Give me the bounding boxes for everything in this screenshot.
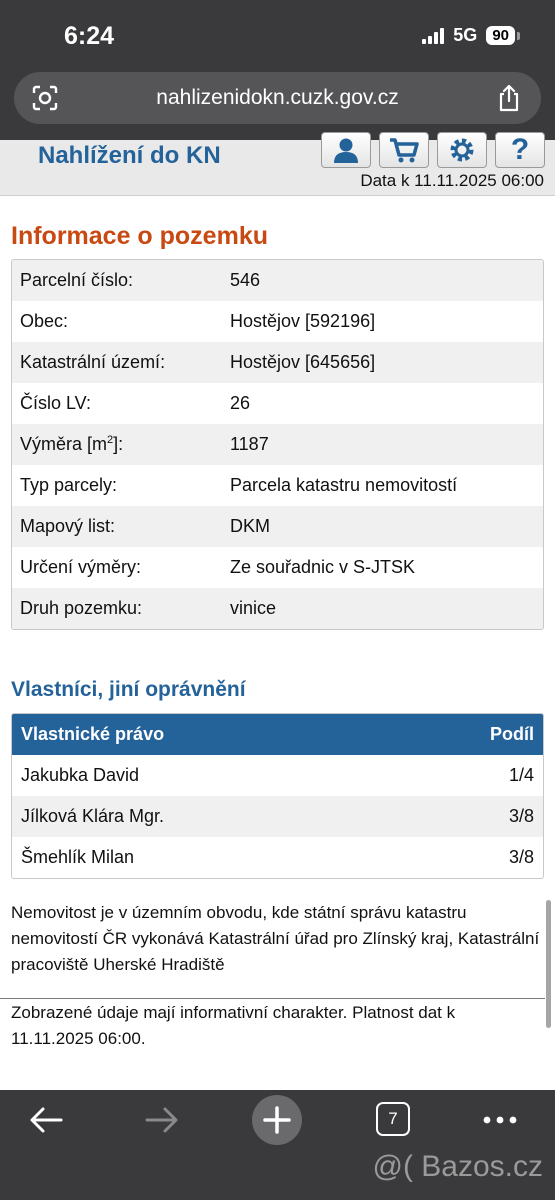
info-label: Číslo LV: [20,393,92,413]
back-button[interactable] [26,1090,66,1150]
table-row: Jakubka David 1/4 [12,755,543,796]
owner-share: 3/8 [508,847,534,867]
info-row-cadastral-area: Katastrální území: Hostějov [645656] [12,342,543,383]
info-row-area-determination: Určení výměry: Ze souřadnic v S-JTSK [12,547,543,588]
gear-icon[interactable] [437,132,487,168]
info-label: Obec: [20,311,69,331]
info-row-map-sheet: Mapový list: DKM [12,506,543,547]
status-indicators: 5G 90 [422,25,520,46]
info-value: vinice [230,598,277,618]
forward-button[interactable] [142,1090,182,1150]
info-value: Hostějov [645656] [230,352,376,372]
owner-share: 3/8 [508,806,534,826]
status-time: 6:24 [64,22,115,50]
table-row: Jílková Klára Mgr. 3/8 [12,796,543,837]
cadastral-office-note: Nemovitost je v územním obvodu, kde stát… [11,903,540,974]
user-icon[interactable] [321,132,371,168]
site-title[interactable]: Nahlížení do KN [38,142,221,170]
header-icon-group: ? [321,132,545,168]
info-row-parcel-number: Parcelní číslo: 546 [12,260,543,301]
parcel-info-table: Parcelní číslo: 546 Obec: Hostějov [5921… [11,259,544,630]
info-label: Druh pozemku: [20,598,143,618]
status-bar: 6:24 5G 90 [0,0,555,70]
owners-table: Vlastnické právo Podíl Jakubka David 1/4… [11,713,544,879]
owner-name: Jakubka David [21,765,140,785]
more-menu-button[interactable] [480,1090,520,1150]
signal-icon [422,27,445,44]
arrow-left-icon [30,1107,63,1133]
new-tab-button[interactable] [252,1095,302,1145]
battery-icon: 90 [486,26,520,45]
info-value: 546 [230,270,261,290]
info-label: Výměra [m2]: [12,434,230,455]
data-disclaimer: Zobrazené údaje mají informativní charak… [11,1003,456,1048]
column-header-share: Podíl [490,724,534,744]
info-value: Parcela katastru nemovitostí [230,475,458,495]
owner-share: 1/4 [508,765,534,785]
info-label: Mapový list: [20,516,116,536]
owner-name: Jílková Klára Mgr. [21,806,165,826]
column-header-ownership-right: Vlastnické právo [21,724,165,744]
parcel-info-heading: Informace o pozemku [11,222,268,250]
area-label-text: Výměra [m [20,434,108,454]
data-date-label: Data k 11.11.2025 06:00 [360,171,544,190]
owner-name: Šmehlík Milan [21,847,135,867]
info-label: Typ parcely: [20,475,118,495]
info-value: Hostějov [592196] [230,311,376,331]
watermark: @( Bazos.cz [372,1150,544,1183]
tab-switcher-button[interactable]: 7 [376,1102,410,1136]
url-text[interactable]: nahlizenidokn.cuzk.gov.cz [14,86,541,110]
info-row-parcel-type: Typ parcely: Parcela katastru nemovitost… [12,465,543,506]
info-value: Ze souřadnic v S-JTSK [230,557,416,577]
arrow-right-icon [145,1107,178,1133]
help-icon[interactable]: ? [495,132,545,168]
info-label: Parcelní číslo: [20,270,134,290]
info-label: Určení výměry: [20,557,142,577]
site-header: Nahlížení do KN ? Data k 11.11.2025 06:0… [0,132,555,196]
more-dots-icon [483,1116,517,1124]
info-row-municipality: Obec: Hostějov [592196] [12,301,543,342]
owners-table-header: Vlastnické právo Podíl [12,714,543,755]
info-value: DKM [230,516,270,536]
browser-address-area: nahlizenidokn.cuzk.gov.cz [0,70,555,140]
network-type: 5G [453,25,478,45]
info-row-lv-number: Číslo LV: 26 [12,383,543,424]
cart-icon[interactable] [379,132,429,168]
share-icon[interactable] [497,84,521,112]
scrollbar[interactable] [546,900,551,1028]
address-bar[interactable]: nahlizenidokn.cuzk.gov.cz [14,72,541,124]
info-row-land-type: Druh pozemku: vinice [12,588,543,629]
owners-heading: Vlastníci, jiní oprávnění [11,678,246,701]
info-row-area: Výměra [m2]: 1187 [12,424,543,465]
table-row: Šmehlík Milan 3/8 [12,837,543,878]
divider [0,998,545,999]
plus-icon [263,1106,291,1134]
info-label: Katastrální území: [20,352,166,372]
info-value: 26 [230,393,251,413]
area-label-end: ]: [113,434,124,454]
info-value: 1187 [230,434,269,454]
